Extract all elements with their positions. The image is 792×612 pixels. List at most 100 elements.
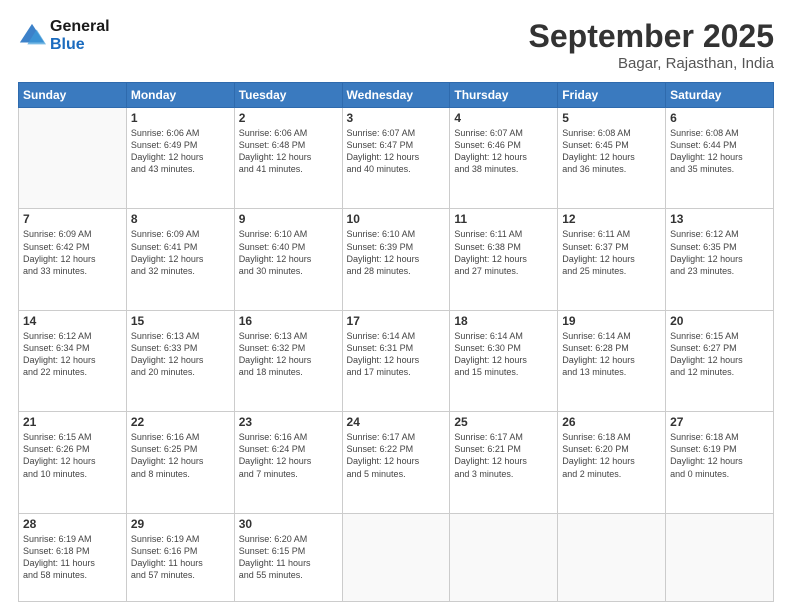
day-info: Sunrise: 6:16 AM Sunset: 6:24 PM Dayligh… <box>239 431 338 480</box>
day-number: 17 <box>347 314 446 328</box>
day-number: 13 <box>670 212 769 226</box>
calendar-day-cell: 5Sunrise: 6:08 AM Sunset: 6:45 PM Daylig… <box>558 108 666 209</box>
calendar-week-row: 21Sunrise: 6:15 AM Sunset: 6:26 PM Dayli… <box>19 412 774 513</box>
day-info: Sunrise: 6:10 AM Sunset: 6:39 PM Dayligh… <box>347 228 446 277</box>
day-info: Sunrise: 6:19 AM Sunset: 6:18 PM Dayligh… <box>23 533 122 582</box>
day-number: 14 <box>23 314 122 328</box>
day-info: Sunrise: 6:14 AM Sunset: 6:31 PM Dayligh… <box>347 330 446 379</box>
day-number: 30 <box>239 517 338 531</box>
day-number: 10 <box>347 212 446 226</box>
title-block: September 2025 Bagar, Rajasthan, India <box>529 18 774 72</box>
day-info: Sunrise: 6:07 AM Sunset: 6:46 PM Dayligh… <box>454 127 553 176</box>
calendar-day-cell: 8 Sunrise: 6:09 AM Sunset: 6:41 PM Daylig… <box>126 209 234 310</box>
calendar-table: SundayMondayTuesdayWednesdayThursdayFrid… <box>18 82 774 602</box>
day-number: 27 <box>670 415 769 429</box>
calendar-header-wednesday: Wednesday <box>342 83 450 108</box>
calendar-week-row: 14Sunrise: 6:12 AM Sunset: 6:34 PM Dayli… <box>19 310 774 411</box>
day-number: 6 <box>670 111 769 125</box>
calendar-header-row: SundayMondayTuesdayWednesdayThursdayFrid… <box>19 83 774 108</box>
calendar-day-cell: 24 Sunrise: 6:17 AM Sunset: 6:22 PM Dayli… <box>342 412 450 513</box>
calendar-day-cell: 7 Sunrise: 6:09 AM Sunset: 6:42 PM Daylig… <box>19 209 127 310</box>
day-info: Sunrise: 6:08 AM Sunset: 6:45 PM Dayligh… <box>562 127 661 176</box>
calendar-header-saturday: Saturday <box>666 83 774 108</box>
day-info: Sunrise: 6:06 AM Sunset: 6:49 PM Dayligh… <box>131 127 230 176</box>
day-number: 15 <box>131 314 230 328</box>
calendar-day-cell: 25 Sunrise: 6:17 AM Sunset: 6:21 PM Dayli… <box>450 412 558 513</box>
day-number: 1 <box>131 111 230 125</box>
day-number: 28 <box>23 517 122 531</box>
calendar-day-cell: 26 Sunrise: 6:18 AM Sunset: 6:20 PM Dayli… <box>558 412 666 513</box>
calendar-day-cell: 4 Sunrise: 6:07 AM Sunset: 6:46 PM Daylig… <box>450 108 558 209</box>
calendar-day-cell <box>450 513 558 602</box>
calendar-day-cell: 30Sunrise: 6:20 AM Sunset: 6:15 PM Dayli… <box>234 513 342 602</box>
day-number: 25 <box>454 415 553 429</box>
day-info: Sunrise: 6:14 AM Sunset: 6:28 PM Dayligh… <box>562 330 661 379</box>
calendar-week-row: 1 Sunrise: 6:06 AM Sunset: 6:49 PM Daylig… <box>19 108 774 209</box>
day-number: 4 <box>454 111 553 125</box>
calendar-day-cell: 29 Sunrise: 6:19 AM Sunset: 6:16 PM Dayli… <box>126 513 234 602</box>
calendar-day-cell: 16 Sunrise: 6:13 AM Sunset: 6:32 PM Dayli… <box>234 310 342 411</box>
day-info: Sunrise: 6:12 AM Sunset: 6:35 PM Dayligh… <box>670 228 769 277</box>
day-number: 3 <box>347 111 446 125</box>
page-title: September 2025 <box>529 18 774 55</box>
day-number: 29 <box>131 517 230 531</box>
calendar-week-row: 28 Sunrise: 6:19 AM Sunset: 6:18 PM Dayli… <box>19 513 774 602</box>
calendar-day-cell: 14Sunrise: 6:12 AM Sunset: 6:34 PM Dayli… <box>19 310 127 411</box>
calendar-day-cell: 13 Sunrise: 6:12 AM Sunset: 6:35 PM Dayli… <box>666 209 774 310</box>
calendar-day-cell: 20 Sunrise: 6:15 AM Sunset: 6:27 PM Dayli… <box>666 310 774 411</box>
day-info: Sunrise: 6:07 AM Sunset: 6:47 PM Dayligh… <box>347 127 446 176</box>
calendar-day-cell: 18Sunrise: 6:14 AM Sunset: 6:30 PM Dayli… <box>450 310 558 411</box>
calendar-day-cell <box>666 513 774 602</box>
calendar-day-cell: 1 Sunrise: 6:06 AM Sunset: 6:49 PM Daylig… <box>126 108 234 209</box>
day-number: 7 <box>23 212 122 226</box>
calendar-day-cell: 15 Sunrise: 6:13 AM Sunset: 6:33 PM Dayli… <box>126 310 234 411</box>
page: General Blue September 2025 Bagar, Rajas… <box>0 0 792 612</box>
day-info: Sunrise: 6:09 AM Sunset: 6:42 PM Dayligh… <box>23 228 122 277</box>
calendar-day-cell: 11Sunrise: 6:11 AM Sunset: 6:38 PM Dayli… <box>450 209 558 310</box>
calendar-day-cell: 21Sunrise: 6:15 AM Sunset: 6:26 PM Dayli… <box>19 412 127 513</box>
day-number: 20 <box>670 314 769 328</box>
day-info: Sunrise: 6:15 AM Sunset: 6:26 PM Dayligh… <box>23 431 122 480</box>
day-number: 16 <box>239 314 338 328</box>
day-info: Sunrise: 6:13 AM Sunset: 6:33 PM Dayligh… <box>131 330 230 379</box>
day-number: 18 <box>454 314 553 328</box>
day-info: Sunrise: 6:09 AM Sunset: 6:41 PM Dayligh… <box>131 228 230 277</box>
logo-text: General Blue <box>50 18 110 53</box>
day-number: 2 <box>239 111 338 125</box>
day-number: 22 <box>131 415 230 429</box>
day-info: Sunrise: 6:13 AM Sunset: 6:32 PM Dayligh… <box>239 330 338 379</box>
day-info: Sunrise: 6:18 AM Sunset: 6:20 PM Dayligh… <box>562 431 661 480</box>
calendar-day-cell: 12Sunrise: 6:11 AM Sunset: 6:37 PM Dayli… <box>558 209 666 310</box>
day-info: Sunrise: 6:18 AM Sunset: 6:19 PM Dayligh… <box>670 431 769 480</box>
calendar-day-cell: 23 Sunrise: 6:16 AM Sunset: 6:24 PM Dayli… <box>234 412 342 513</box>
calendar-day-cell: 3 Sunrise: 6:07 AM Sunset: 6:47 PM Daylig… <box>342 108 450 209</box>
calendar-day-cell: 19 Sunrise: 6:14 AM Sunset: 6:28 PM Dayli… <box>558 310 666 411</box>
day-info: Sunrise: 6:17 AM Sunset: 6:22 PM Dayligh… <box>347 431 446 480</box>
calendar-day-cell <box>558 513 666 602</box>
day-info: Sunrise: 6:11 AM Sunset: 6:38 PM Dayligh… <box>454 228 553 277</box>
day-info: Sunrise: 6:15 AM Sunset: 6:27 PM Dayligh… <box>670 330 769 379</box>
calendar-day-cell <box>342 513 450 602</box>
calendar-week-row: 7 Sunrise: 6:09 AM Sunset: 6:42 PM Daylig… <box>19 209 774 310</box>
day-number: 8 <box>131 212 230 226</box>
calendar-header-thursday: Thursday <box>450 83 558 108</box>
calendar-day-cell: 17 Sunrise: 6:14 AM Sunset: 6:31 PM Dayli… <box>342 310 450 411</box>
day-info: Sunrise: 6:11 AM Sunset: 6:37 PM Dayligh… <box>562 228 661 277</box>
calendar-day-cell: 2 Sunrise: 6:06 AM Sunset: 6:48 PM Daylig… <box>234 108 342 209</box>
day-number: 19 <box>562 314 661 328</box>
calendar-day-cell <box>19 108 127 209</box>
day-info: Sunrise: 6:19 AM Sunset: 6:16 PM Dayligh… <box>131 533 230 582</box>
day-number: 9 <box>239 212 338 226</box>
calendar-day-cell: 28 Sunrise: 6:19 AM Sunset: 6:18 PM Dayli… <box>19 513 127 602</box>
calendar-day-cell: 6 Sunrise: 6:08 AM Sunset: 6:44 PM Daylig… <box>666 108 774 209</box>
header: General Blue September 2025 Bagar, Rajas… <box>18 18 774 72</box>
calendar-day-cell: 9Sunrise: 6:10 AM Sunset: 6:40 PM Daylig… <box>234 209 342 310</box>
day-info: Sunrise: 6:08 AM Sunset: 6:44 PM Dayligh… <box>670 127 769 176</box>
day-number: 26 <box>562 415 661 429</box>
day-number: 23 <box>239 415 338 429</box>
day-info: Sunrise: 6:06 AM Sunset: 6:48 PM Dayligh… <box>239 127 338 176</box>
day-info: Sunrise: 6:17 AM Sunset: 6:21 PM Dayligh… <box>454 431 553 480</box>
calendar-day-cell: 22Sunrise: 6:16 AM Sunset: 6:25 PM Dayli… <box>126 412 234 513</box>
calendar-header-friday: Friday <box>558 83 666 108</box>
day-number: 24 <box>347 415 446 429</box>
